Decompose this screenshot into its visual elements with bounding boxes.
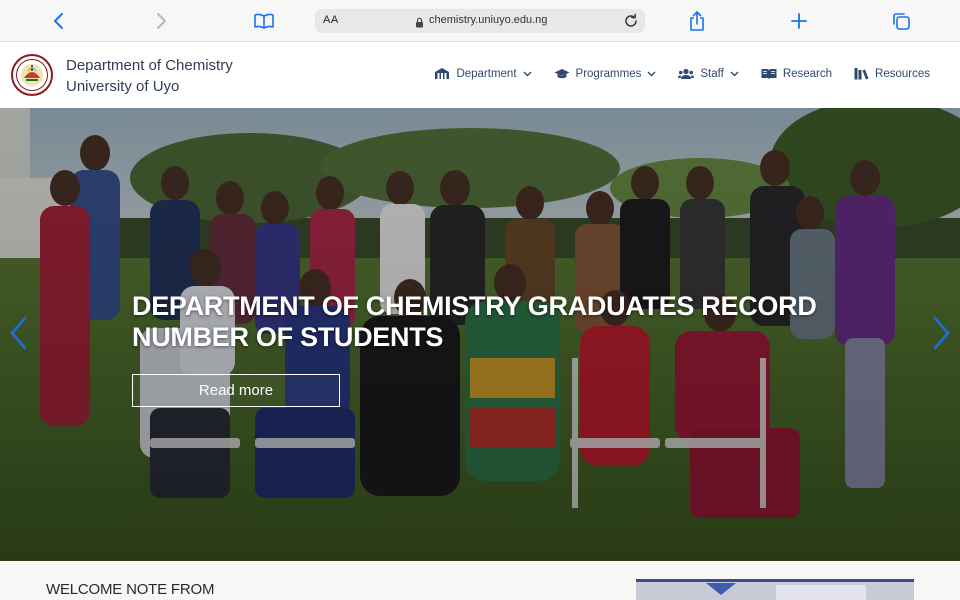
browser-toolbar: AA chemistry.uniuyo.edu.ng (0, 0, 960, 42)
slider-prev-arrow-icon[interactable] (8, 315, 30, 351)
university-logo[interactable] (11, 54, 53, 96)
forward-icon[interactable] (148, 8, 174, 34)
site-name-line2: University of Uyo (66, 78, 180, 95)
chevron-down-icon (730, 71, 739, 76)
text-size-button[interactable]: AA (323, 14, 339, 26)
read-more-button[interactable]: Read more (132, 374, 340, 407)
reload-icon[interactable] (623, 13, 639, 34)
hero-title[interactable]: DEPARTMENT OF CHEMISTRY GRADUATES RECORD… (132, 291, 832, 353)
nav-item-programmes[interactable]: Programmes (554, 67, 657, 80)
address-bar[interactable]: AA chemistry.uniuyo.edu.ng (315, 9, 645, 33)
bookmarks-icon[interactable] (251, 8, 277, 34)
new-tab-icon[interactable] (786, 8, 812, 34)
nav-item-staff[interactable]: Staff (678, 67, 739, 80)
site-header: Department of Chemistry University of Uy… (0, 42, 960, 108)
welcome-title: WELCOME NOTE FROM (46, 581, 215, 598)
building-icon (435, 68, 450, 79)
slider-next-arrow-icon[interactable] (930, 315, 952, 351)
chevron-down-icon (647, 71, 656, 76)
lock-icon (415, 15, 424, 33)
main-nav: Department Programmes Staff Research Res… (412, 67, 930, 80)
nav-label-department: Department (456, 67, 517, 80)
users-icon (678, 68, 695, 79)
site-name[interactable]: Department of Chemistry University of Uy… (66, 55, 233, 97)
nav-label-programmes: Programmes (575, 67, 642, 80)
welcome-image (636, 579, 914, 600)
site-name-line1: Department of Chemistry (66, 57, 233, 74)
nav-item-research[interactable]: Research (761, 67, 832, 80)
nav-item-department[interactable]: Department (434, 67, 532, 80)
nav-label-resources: Resources (875, 67, 930, 80)
back-icon[interactable] (46, 8, 72, 34)
tabs-overview-icon[interactable] (888, 8, 914, 34)
welcome-section: WELCOME NOTE FROM (0, 561, 960, 600)
books-icon (854, 68, 869, 80)
nav-label-staff: Staff (700, 67, 724, 80)
book-open-icon (761, 68, 777, 79)
share-icon[interactable] (684, 8, 710, 34)
url-text: chemistry.uniuyo.edu.ng (429, 14, 548, 26)
hero-slider: DEPARTMENT OF CHEMISTRY GRADUATES RECORD… (0, 108, 960, 561)
nav-item-resources[interactable]: Resources (854, 67, 930, 80)
graduation-cap-icon (554, 68, 570, 78)
nav-label-research: Research (782, 67, 833, 80)
chevron-down-icon (523, 71, 532, 76)
